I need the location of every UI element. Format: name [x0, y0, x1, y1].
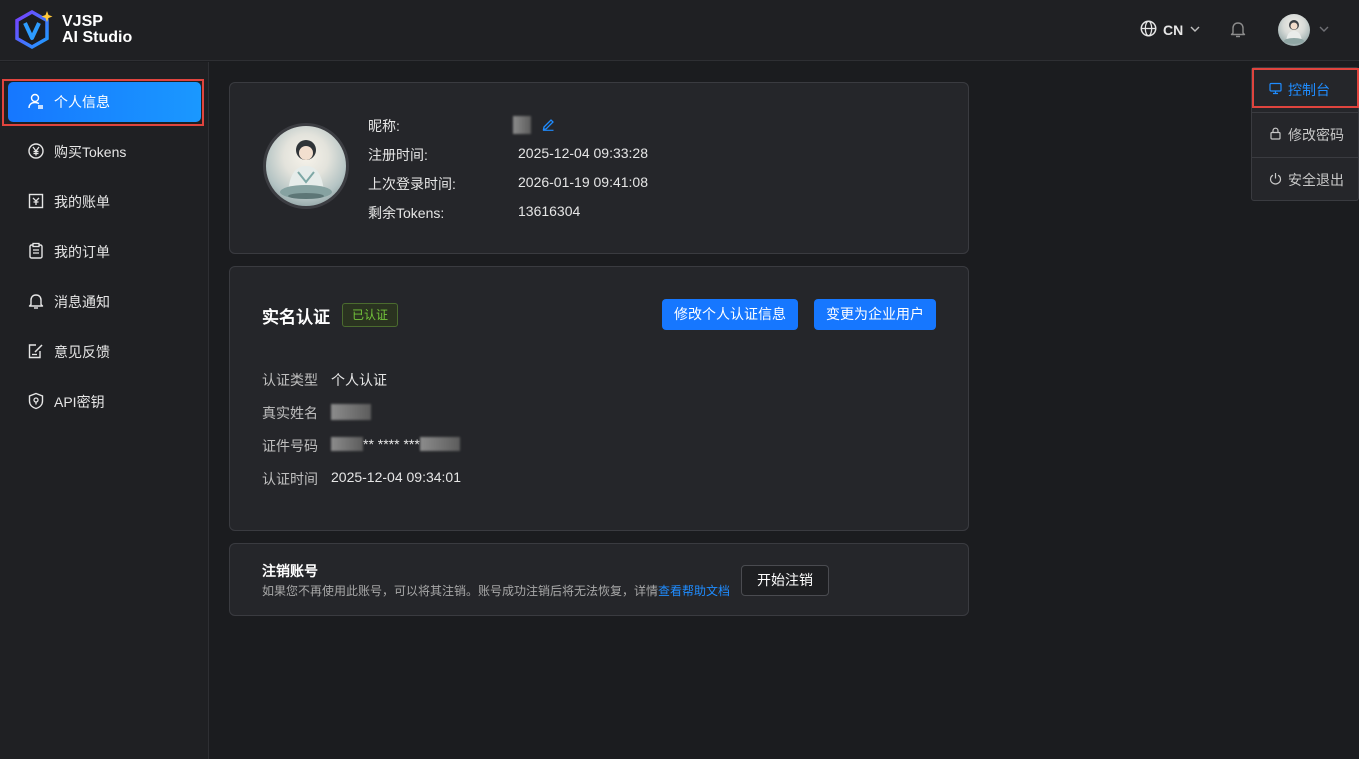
clipboard-icon: [27, 242, 45, 263]
language-switcher[interactable]: CN: [1140, 20, 1201, 40]
sidebar-item-label: 购买Tokens: [54, 144, 127, 160]
verify-time-label: 认证时间: [262, 471, 318, 487]
yen-coin-icon: [27, 142, 45, 163]
language-label: CN: [1163, 22, 1184, 38]
cancel-account-card: 注销账号 如果您不再使用此账号，可以将其注销。账号成功注销后将无法恢复，详情查看…: [229, 543, 969, 616]
register-time-label: 注册时间:: [368, 147, 428, 163]
tokens-label: 剩余Tokens:: [368, 205, 445, 221]
shield-icon: [27, 392, 45, 413]
last-login-value: 2026-01-19 09:41:08: [518, 174, 648, 190]
edit-note-icon: [27, 342, 45, 363]
sidebar-item-label: 我的账单: [54, 194, 110, 210]
top-header: VJSP AI Studio CN: [0, 0, 1359, 61]
sidebar: 个人信息 购买Tokens 我的账单 我的订单 消息通知 意见反馈 API密钥: [0, 62, 209, 759]
chevron-down-icon: [1189, 22, 1201, 38]
start-cancel-button[interactable]: 开始注销: [741, 565, 829, 596]
dropdown-highlight-frame: [1252, 68, 1359, 108]
cancel-account-title: 注销账号: [262, 563, 318, 579]
edit-pencil-icon[interactable]: [541, 117, 555, 134]
profile-avatar[interactable]: [263, 123, 349, 209]
sidebar-item-buy-tokens[interactable]: 购买Tokens: [8, 132, 201, 172]
register-time-value: 2025-12-04 09:33:28: [518, 145, 648, 161]
last-login-label: 上次登录时间:: [368, 176, 456, 192]
tokens-value: 13616304: [518, 203, 581, 219]
nickname-label: 昵称:: [368, 118, 400, 134]
id-number-value: ** **** ***: [363, 436, 420, 452]
menu-item-label: 安全退出: [1288, 172, 1344, 188]
id-number-label: 证件号码: [262, 438, 318, 454]
status-badge: 已认证: [342, 303, 399, 327]
cancel-description-text: 如果您不再使用此账号，可以将其注销。账号成功注销后将无法恢复，详情: [262, 584, 659, 598]
power-icon: [1269, 172, 1282, 188]
bill-icon: [27, 192, 45, 213]
cancel-account-description: 如果您不再使用此账号，可以将其注销。账号成功注销后将无法恢复，详情查看帮助文档: [262, 582, 730, 599]
profile-card: 昵称: 注册时间: 2025-12-04 09:33:28 上次登录时间: 20…: [229, 82, 969, 254]
help-doc-link[interactable]: 查看帮助文档: [658, 584, 730, 598]
sidebar-item-label: 意见反馈: [54, 344, 110, 360]
nickname-value-masked: [513, 116, 531, 134]
logo-icon: [14, 9, 54, 51]
notification-bell-icon[interactable]: [1229, 20, 1247, 42]
menu-item-change-password[interactable]: 修改密码: [1252, 114, 1358, 156]
sidebar-item-label: API密钥: [54, 394, 105, 410]
edit-verification-button[interactable]: 修改个人认证信息: [662, 299, 798, 330]
switch-enterprise-button[interactable]: 变更为企业用户: [814, 299, 936, 330]
verification-title: 实名认证: [262, 308, 330, 327]
menu-item-logout[interactable]: 安全退出: [1252, 159, 1358, 201]
verify-time-value: 2025-12-04 09:34:01: [331, 469, 461, 485]
verify-type-label: 认证类型: [262, 372, 318, 388]
brand-logo[interactable]: VJSP AI Studio: [14, 9, 132, 51]
sidebar-item-bills[interactable]: 我的账单: [8, 182, 201, 222]
verification-card: 实名认证 已认证 修改个人认证信息 变更为企业用户 认证类型 个人认证 真实姓名…: [229, 266, 969, 531]
id-suffix-masked: [419, 437, 460, 451]
menu-item-label: 修改密码: [1288, 127, 1344, 143]
avatar: [1278, 14, 1310, 46]
sidebar-item-label: 我的订单: [54, 244, 110, 260]
user-menu-trigger[interactable]: [1278, 14, 1330, 46]
real-name-label: 真实姓名: [262, 405, 318, 421]
sidebar-highlight-frame: [2, 79, 204, 126]
id-prefix-masked: [331, 437, 363, 451]
brand-name: VJSP: [62, 13, 103, 30]
lock-icon: [1269, 127, 1282, 143]
sidebar-item-orders[interactable]: 我的订单: [8, 232, 201, 272]
sidebar-item-notifications[interactable]: 消息通知: [8, 282, 201, 322]
brand-subtitle: AI Studio: [62, 29, 133, 46]
sidebar-item-api-keys[interactable]: API密钥: [8, 382, 201, 422]
chevron-down-icon: [1318, 22, 1330, 38]
verify-type-value: 个人认证: [331, 372, 387, 388]
bell-icon: [27, 292, 45, 313]
sidebar-item-label: 消息通知: [54, 294, 110, 310]
sidebar-item-feedback[interactable]: 意见反馈: [8, 332, 201, 372]
globe-icon: [1140, 20, 1157, 40]
real-name-masked: [331, 404, 371, 420]
